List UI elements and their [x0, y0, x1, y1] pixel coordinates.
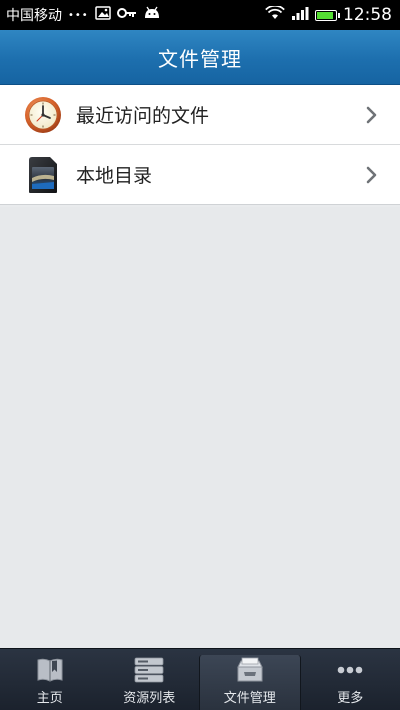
wifi-icon — [265, 4, 285, 24]
server-list-icon — [132, 655, 166, 685]
home-book-icon — [33, 655, 67, 685]
page-title: 文件管理 — [158, 46, 242, 71]
nav-item-file-manager[interactable]: 文件管理 — [199, 655, 301, 710]
list-item-recent-files[interactable]: 最近访问的文件 — [0, 85, 400, 145]
battery-fill — [317, 11, 334, 19]
battery-icon — [315, 9, 340, 21]
status-bar: 中国移动 ••• 12:58 — [0, 0, 400, 30]
more-dots-icon — [333, 655, 367, 685]
list-item-local-directory[interactable]: 本地目录 — [0, 145, 400, 205]
nav-item-more[interactable]: 更多 — [301, 649, 400, 710]
nav-label: 更多 — [337, 691, 364, 706]
signal-strength-icon — [291, 6, 309, 24]
sd-card-icon — [24, 156, 62, 194]
status-right: 12:58 — [265, 4, 392, 25]
android-icon — [143, 6, 161, 24]
list-item-label: 本地目录 — [76, 165, 153, 187]
nav-item-resource-list[interactable]: 资源列表 — [100, 649, 200, 710]
signal-dots: ••• — [68, 9, 89, 21]
carrier-name: 中国移动 — [6, 8, 62, 24]
file-manager-list: 最近访问的文件 本地目录 — [0, 85, 400, 205]
nav-item-home[interactable]: 主页 — [0, 649, 100, 710]
nav-label: 主页 — [36, 691, 63, 706]
clock-icon — [24, 96, 62, 134]
file-tray-icon — [233, 655, 267, 685]
nav-label: 资源列表 — [123, 691, 176, 706]
title-bar: 文件管理 — [0, 30, 400, 85]
chevron-right-icon — [364, 105, 380, 125]
bottom-nav: 主页 资源列表 文件管理 更多 — [0, 648, 400, 710]
nav-label: 文件管理 — [223, 691, 276, 706]
status-time: 12:58 — [343, 5, 392, 25]
content-area — [0, 207, 400, 648]
list-item-label: 最近访问的文件 — [76, 105, 210, 127]
status-left: 中国移动 ••• — [6, 5, 265, 25]
image-notification-icon — [94, 6, 111, 24]
key-icon — [116, 7, 137, 23]
chevron-right-icon — [364, 165, 380, 185]
